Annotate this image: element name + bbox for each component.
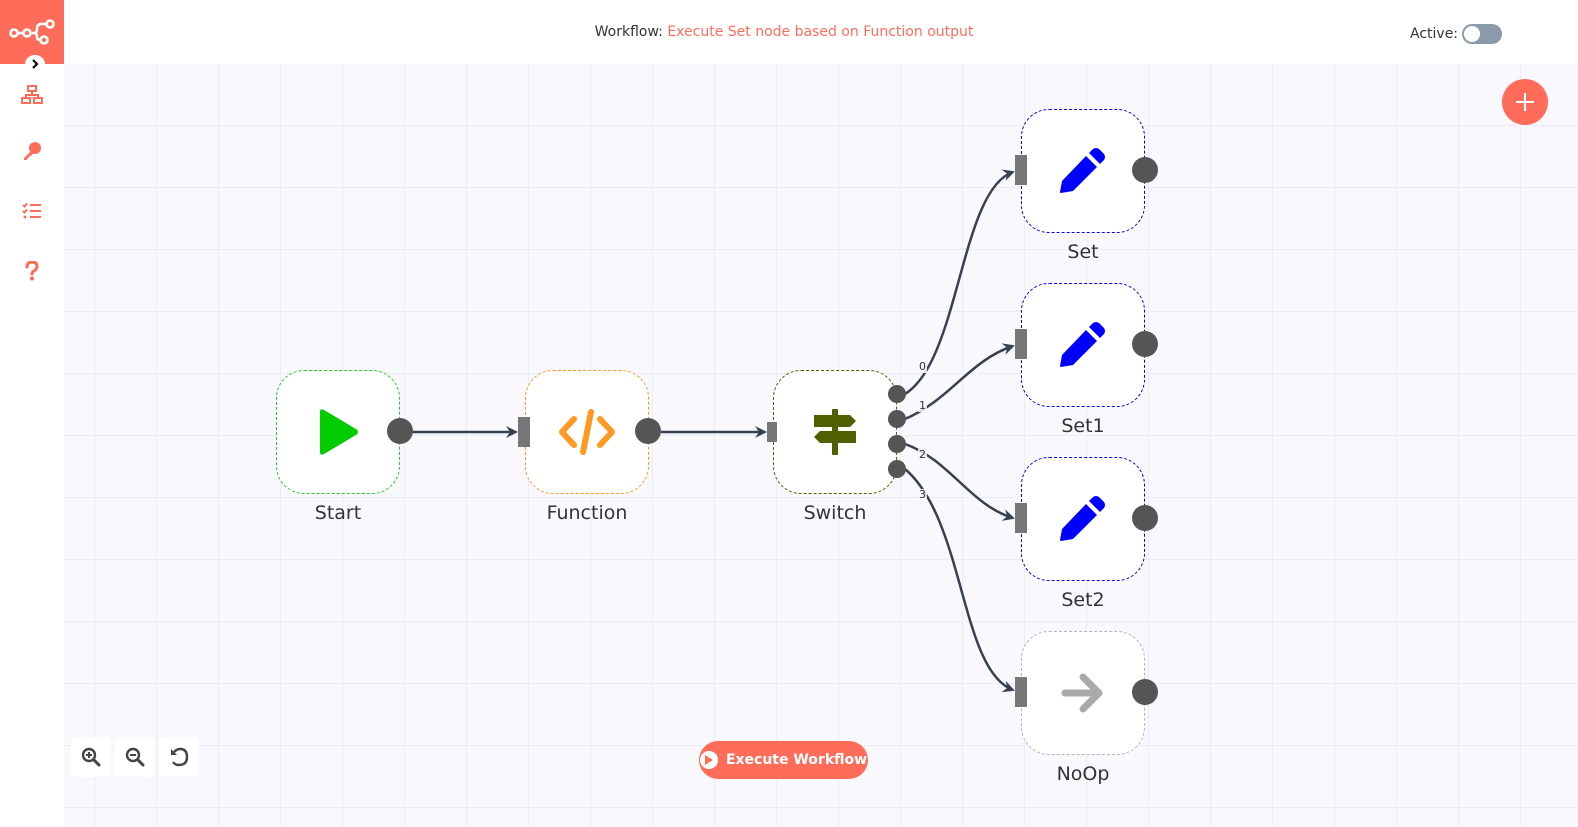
node-set2[interactable] <box>1021 457 1145 581</box>
key-icon <box>24 142 41 160</box>
node-label-start: Start <box>314 502 362 524</box>
node-label-set: Set <box>1067 241 1099 263</box>
node-label-switch: Switch <box>803 502 867 524</box>
active-label: Active: <box>1410 26 1459 42</box>
chevron-right-icon <box>32 59 39 69</box>
function-output-port[interactable] <box>635 418 661 444</box>
node-label-set2: Set2 <box>1061 589 1105 611</box>
reset-zoom-button[interactable] <box>159 737 199 777</box>
zoom-in-button[interactable] <box>71 737 111 777</box>
expand-sidebar-button[interactable] <box>25 55 45 73</box>
set2-output-port[interactable] <box>1132 505 1158 531</box>
zoom-out-icon <box>125 747 145 767</box>
node-set[interactable] <box>1021 109 1145 233</box>
node-set1[interactable] <box>1021 283 1145 407</box>
output-label-0: 0 <box>918 360 927 373</box>
logo-icon <box>9 19 55 45</box>
noop-output-port[interactable] <box>1132 679 1158 705</box>
execute-workflow-label: Execute Workflow <box>725 752 868 768</box>
switch-output-port-0[interactable] <box>888 385 906 403</box>
network-icon <box>21 85 43 104</box>
toggle-knob <box>1464 26 1481 42</box>
output-label-2: 2 <box>918 448 927 461</box>
play-circle-icon <box>699 751 718 769</box>
node-label-function: Function <box>546 502 628 524</box>
active-control: Active: <box>1410 24 1503 44</box>
add-node-button[interactable] <box>1502 79 1548 125</box>
workflow-name[interactable]: Execute Set node based on Function outpu… <box>667 24 973 40</box>
pencil-icon <box>1060 148 1105 193</box>
question-icon <box>25 261 39 281</box>
node-label-noop: NoOp <box>1056 763 1110 785</box>
sidebar-item-workflows[interactable] <box>20 83 44 107</box>
sidebar-item-credentials[interactable] <box>20 139 44 163</box>
set2-input-port[interactable] <box>1015 503 1027 533</box>
node-function[interactable] <box>525 370 649 494</box>
noop-input-port[interactable] <box>1015 677 1027 707</box>
arrow-right-icon <box>1061 673 1103 713</box>
zoom-in-icon <box>81 747 101 767</box>
pencil-icon <box>1060 496 1105 541</box>
play-icon <box>320 409 358 455</box>
node-noop[interactable] <box>1021 631 1145 755</box>
switch-output-port-2[interactable] <box>888 435 906 453</box>
set1-input-port[interactable] <box>1015 329 1027 359</box>
node-switch[interactable] <box>773 370 897 494</box>
switch-output-port-3[interactable] <box>888 460 906 478</box>
function-input-port[interactable] <box>518 417 530 447</box>
code-icon <box>559 409 615 455</box>
set-output-port[interactable] <box>1132 157 1158 183</box>
workflow-title: Workflow: Execute Set node based on Func… <box>64 24 1504 40</box>
active-toggle[interactable] <box>1462 24 1503 44</box>
node-label-set1: Set1 <box>1061 415 1105 437</box>
set-input-port[interactable] <box>1015 155 1027 185</box>
output-label-3: 3 <box>918 488 927 501</box>
pencil-icon <box>1060 322 1105 367</box>
set1-output-port[interactable] <box>1132 331 1158 357</box>
sidebar-item-executions[interactable] <box>20 199 44 223</box>
signpost-icon <box>814 409 856 455</box>
header-bar: Workflow: Execute Set node based on Func… <box>64 0 1578 64</box>
switch-output-port-1[interactable] <box>888 410 906 428</box>
plus-icon <box>1516 93 1534 111</box>
list-check-icon <box>22 202 41 219</box>
sidebar-item-help[interactable] <box>20 259 44 283</box>
sidebar <box>0 0 64 827</box>
execute-workflow-button[interactable]: Execute Workflow <box>699 741 868 779</box>
start-output-port[interactable] <box>387 418 413 444</box>
zoom-out-button[interactable] <box>115 737 155 777</box>
output-label-1: 1 <box>918 399 927 412</box>
switch-input-port[interactable] <box>767 422 777 442</box>
workflow-title-prefix: Workflow: <box>594 24 663 40</box>
node-start[interactable] <box>276 370 400 494</box>
undo-icon <box>171 747 189 767</box>
